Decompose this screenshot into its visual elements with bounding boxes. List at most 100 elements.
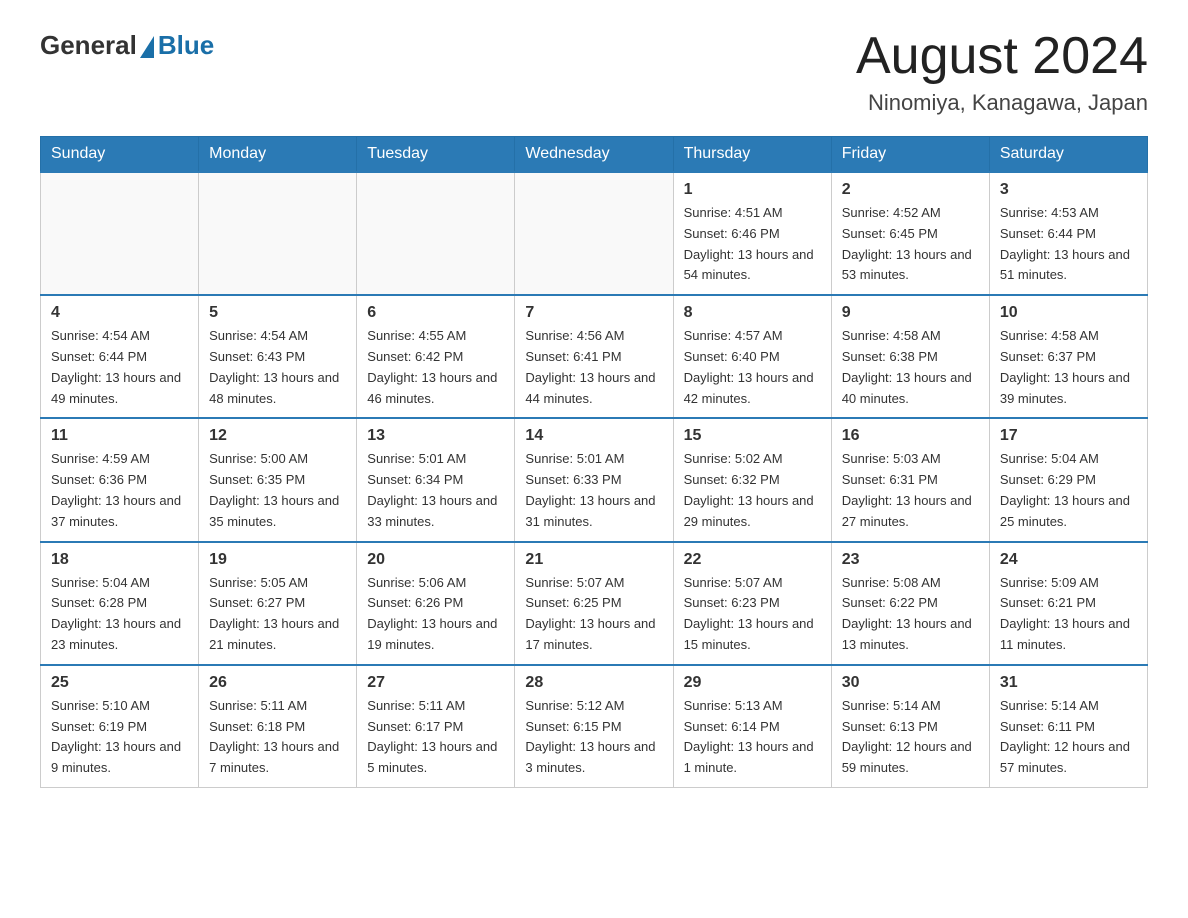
calendar-cell: 5Sunrise: 4:54 AMSunset: 6:43 PMDaylight… xyxy=(199,295,357,418)
day-info: Sunrise: 5:14 AMSunset: 6:11 PMDaylight:… xyxy=(1000,696,1137,779)
calendar-cell: 9Sunrise: 4:58 AMSunset: 6:38 PMDaylight… xyxy=(831,295,989,418)
day-number: 28 xyxy=(525,674,662,692)
day-number: 4 xyxy=(51,304,188,322)
calendar-cell: 7 Sunrise: 4:56 AMSunset: 6:41 PMDaylight… xyxy=(515,295,673,418)
calendar-week-5: 25 Sunrise: 5:10 AMSunset: 6:19 PMDayligh… xyxy=(41,665,1148,788)
calendar-cell: 10 Sunrise: 4:58 AMSunset: 6:37 PMDayligh… xyxy=(989,295,1147,418)
logo-general-text: General xyxy=(40,30,137,61)
logo-triangle-icon xyxy=(140,36,154,58)
day-info: Sunrise: 4:53 AMSunset: 6:44 PMDaylight:… xyxy=(1000,203,1137,286)
day-number: 29 xyxy=(684,674,821,692)
calendar-cell: 29 Sunrise: 5:13 AMSunset: 6:14 PMDayligh… xyxy=(673,665,831,788)
calendar-week-1: 1Sunrise: 4:51 AMSunset: 6:46 PMDaylight… xyxy=(41,172,1148,295)
calendar-cell: 22Sunrise: 5:07 AMSunset: 6:23 PMDayligh… xyxy=(673,542,831,665)
month-year-title: August 2024 xyxy=(856,30,1148,82)
day-number: 3 xyxy=(1000,181,1137,199)
weekday-header-thursday: Thursday xyxy=(673,137,831,173)
day-number: 10 xyxy=(1000,304,1137,322)
calendar-cell xyxy=(515,172,673,295)
day-info: Sunrise: 5:10 AMSunset: 6:19 PMDaylight:… xyxy=(51,696,188,779)
day-info: Sunrise: 5:07 AMSunset: 6:23 PMDaylight:… xyxy=(684,573,821,656)
day-number: 27 xyxy=(367,674,504,692)
calendar-cell xyxy=(357,172,515,295)
logo: General Blue xyxy=(40,30,214,61)
day-number: 12 xyxy=(209,427,346,445)
day-number: 31 xyxy=(1000,674,1137,692)
day-number: 6 xyxy=(367,304,504,322)
calendar-week-2: 4 Sunrise: 4:54 AMSunset: 6:44 PMDaylight… xyxy=(41,295,1148,418)
calendar-cell: 12 Sunrise: 5:00 AMSunset: 6:35 PMDayligh… xyxy=(199,418,357,541)
day-info: Sunrise: 5:11 AMSunset: 6:18 PMDaylight:… xyxy=(209,696,346,779)
weekday-header-sunday: Sunday xyxy=(41,137,199,173)
calendar-cell: 19 Sunrise: 5:05 AMSunset: 6:27 PMDayligh… xyxy=(199,542,357,665)
calendar-cell: 28Sunrise: 5:12 AMSunset: 6:15 PMDayligh… xyxy=(515,665,673,788)
weekday-header-wednesday: Wednesday xyxy=(515,137,673,173)
day-info: Sunrise: 4:57 AMSunset: 6:40 PMDaylight:… xyxy=(684,326,821,409)
day-number: 20 xyxy=(367,551,504,569)
day-number: 26 xyxy=(209,674,346,692)
weekday-header-tuesday: Tuesday xyxy=(357,137,515,173)
calendar-table: SundayMondayTuesdayWednesdayThursdayFrid… xyxy=(40,136,1148,788)
page-header: General Blue August 2024 Ninomiya, Kanag… xyxy=(40,30,1148,116)
day-info: Sunrise: 5:14 AMSunset: 6:13 PMDaylight:… xyxy=(842,696,979,779)
calendar-cell: 2 Sunrise: 4:52 AMSunset: 6:45 PMDaylight… xyxy=(831,172,989,295)
calendar-week-4: 18Sunrise: 5:04 AMSunset: 6:28 PMDayligh… xyxy=(41,542,1148,665)
calendar-cell: 4 Sunrise: 4:54 AMSunset: 6:44 PMDaylight… xyxy=(41,295,199,418)
day-info: Sunrise: 4:58 AMSunset: 6:37 PMDaylight:… xyxy=(1000,326,1137,409)
day-number: 24 xyxy=(1000,551,1137,569)
calendar-cell: 8Sunrise: 4:57 AMSunset: 6:40 PMDaylight… xyxy=(673,295,831,418)
day-info: Sunrise: 5:04 AMSunset: 6:29 PMDaylight:… xyxy=(1000,449,1137,532)
day-number: 9 xyxy=(842,304,979,322)
day-info: Sunrise: 5:08 AMSunset: 6:22 PMDaylight:… xyxy=(842,573,979,656)
title-area: August 2024 Ninomiya, Kanagawa, Japan xyxy=(856,30,1148,116)
calendar-cell: 30 Sunrise: 5:14 AMSunset: 6:13 PMDayligh… xyxy=(831,665,989,788)
calendar-cell: 21 Sunrise: 5:07 AMSunset: 6:25 PMDayligh… xyxy=(515,542,673,665)
day-number: 25 xyxy=(51,674,188,692)
calendar-cell: 20 Sunrise: 5:06 AMSunset: 6:26 PMDayligh… xyxy=(357,542,515,665)
day-info: Sunrise: 4:56 AMSunset: 6:41 PMDaylight:… xyxy=(525,326,662,409)
day-info: Sunrise: 4:54 AMSunset: 6:43 PMDaylight:… xyxy=(209,326,346,409)
calendar-cell: 13Sunrise: 5:01 AMSunset: 6:34 PMDayligh… xyxy=(357,418,515,541)
calendar-cell xyxy=(199,172,357,295)
day-number: 14 xyxy=(525,427,662,445)
calendar-cell: 27 Sunrise: 5:11 AMSunset: 6:17 PMDayligh… xyxy=(357,665,515,788)
day-info: Sunrise: 5:06 AMSunset: 6:26 PMDaylight:… xyxy=(367,573,504,656)
day-info: Sunrise: 5:05 AMSunset: 6:27 PMDaylight:… xyxy=(209,573,346,656)
day-number: 2 xyxy=(842,181,979,199)
day-number: 16 xyxy=(842,427,979,445)
calendar-cell: 18Sunrise: 5:04 AMSunset: 6:28 PMDayligh… xyxy=(41,542,199,665)
day-info: Sunrise: 4:54 AMSunset: 6:44 PMDaylight:… xyxy=(51,326,188,409)
day-number: 30 xyxy=(842,674,979,692)
calendar-cell: 14 Sunrise: 5:01 AMSunset: 6:33 PMDayligh… xyxy=(515,418,673,541)
day-info: Sunrise: 4:55 AMSunset: 6:42 PMDaylight:… xyxy=(367,326,504,409)
calendar-cell xyxy=(41,172,199,295)
calendar-cell: 24 Sunrise: 5:09 AMSunset: 6:21 PMDayligh… xyxy=(989,542,1147,665)
day-number: 15 xyxy=(684,427,821,445)
day-info: Sunrise: 5:13 AMSunset: 6:14 PMDaylight:… xyxy=(684,696,821,779)
calendar-cell: 26 Sunrise: 5:11 AMSunset: 6:18 PMDayligh… xyxy=(199,665,357,788)
calendar-cell: 3 Sunrise: 4:53 AMSunset: 6:44 PMDaylight… xyxy=(989,172,1147,295)
calendar-cell: 11Sunrise: 4:59 AMSunset: 6:36 PMDayligh… xyxy=(41,418,199,541)
day-info: Sunrise: 5:01 AMSunset: 6:33 PMDaylight:… xyxy=(525,449,662,532)
day-number: 17 xyxy=(1000,427,1137,445)
day-number: 19 xyxy=(209,551,346,569)
day-info: Sunrise: 5:11 AMSunset: 6:17 PMDaylight:… xyxy=(367,696,504,779)
calendar-cell: 23Sunrise: 5:08 AMSunset: 6:22 PMDayligh… xyxy=(831,542,989,665)
day-info: Sunrise: 5:02 AMSunset: 6:32 PMDaylight:… xyxy=(684,449,821,532)
weekday-header-saturday: Saturday xyxy=(989,137,1147,173)
day-info: Sunrise: 5:09 AMSunset: 6:21 PMDaylight:… xyxy=(1000,573,1137,656)
calendar-cell: 6 Sunrise: 4:55 AMSunset: 6:42 PMDaylight… xyxy=(357,295,515,418)
day-number: 21 xyxy=(525,551,662,569)
logo-blue-text: Blue xyxy=(158,30,214,61)
calendar-cell: 1Sunrise: 4:51 AMSunset: 6:46 PMDaylight… xyxy=(673,172,831,295)
day-number: 11 xyxy=(51,427,188,445)
calendar-cell: 15 Sunrise: 5:02 AMSunset: 6:32 PMDayligh… xyxy=(673,418,831,541)
weekday-header-friday: Friday xyxy=(831,137,989,173)
day-info: Sunrise: 4:51 AMSunset: 6:46 PMDaylight:… xyxy=(684,203,821,286)
day-info: Sunrise: 4:52 AMSunset: 6:45 PMDaylight:… xyxy=(842,203,979,286)
day-info: Sunrise: 5:07 AMSunset: 6:25 PMDaylight:… xyxy=(525,573,662,656)
day-info: Sunrise: 5:00 AMSunset: 6:35 PMDaylight:… xyxy=(209,449,346,532)
day-number: 7 xyxy=(525,304,662,322)
calendar-cell: 16Sunrise: 5:03 AMSunset: 6:31 PMDayligh… xyxy=(831,418,989,541)
calendar-week-3: 11Sunrise: 4:59 AMSunset: 6:36 PMDayligh… xyxy=(41,418,1148,541)
